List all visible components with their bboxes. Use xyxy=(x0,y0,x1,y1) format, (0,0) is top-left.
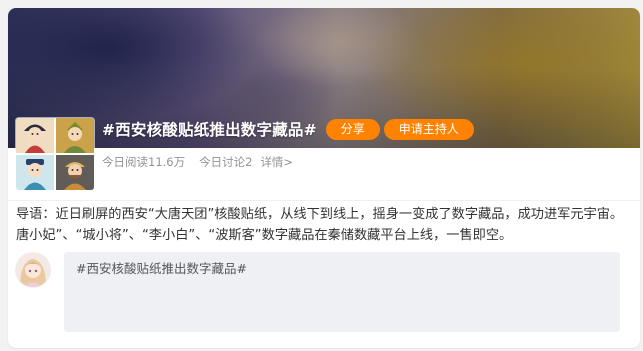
user-avatar[interactable] xyxy=(16,253,50,287)
thumbnail-tile-cheng-xiaojiang xyxy=(56,118,94,153)
topic-stats: 今日阅读11.6万 今日讨论2 详情> xyxy=(102,154,293,170)
share-button[interactable]: 分享 xyxy=(325,118,380,140)
topic-header: #西安核酸贴纸推出数字藏品# 分享 申请主持人 xyxy=(102,118,474,140)
details-link[interactable]: 详情> xyxy=(260,154,293,170)
topic-title[interactable]: #西安核酸贴纸推出数字藏品# xyxy=(102,118,317,140)
today-discussions: 今日讨论2 xyxy=(199,155,253,169)
avatar-image xyxy=(16,253,50,287)
comment-input[interactable]: #西安核酸贴纸推出数字藏品# xyxy=(64,252,620,332)
thumbnail-tile-li-xiaobai xyxy=(16,155,54,190)
divider xyxy=(8,200,640,201)
thumbnail-tile-tang-xiaofei xyxy=(16,118,54,153)
topic-card: #西安核酸贴纸推出数字藏品# 分享 申请主持人 今日阅读11.6万 今日讨论2 … xyxy=(8,8,640,348)
apply-host-button[interactable]: 申请主持人 xyxy=(383,118,474,140)
topic-thumbnail[interactable] xyxy=(16,118,94,190)
topic-intro: 导语：近日刷屏的西安“大唐天团”核酸贴纸，从线下到线上，摇身一变成了数字藏品，成… xyxy=(16,207,624,243)
today-reads: 今日阅读11.6万 xyxy=(102,155,186,169)
thumbnail-tile-bosi-ke xyxy=(56,155,94,190)
